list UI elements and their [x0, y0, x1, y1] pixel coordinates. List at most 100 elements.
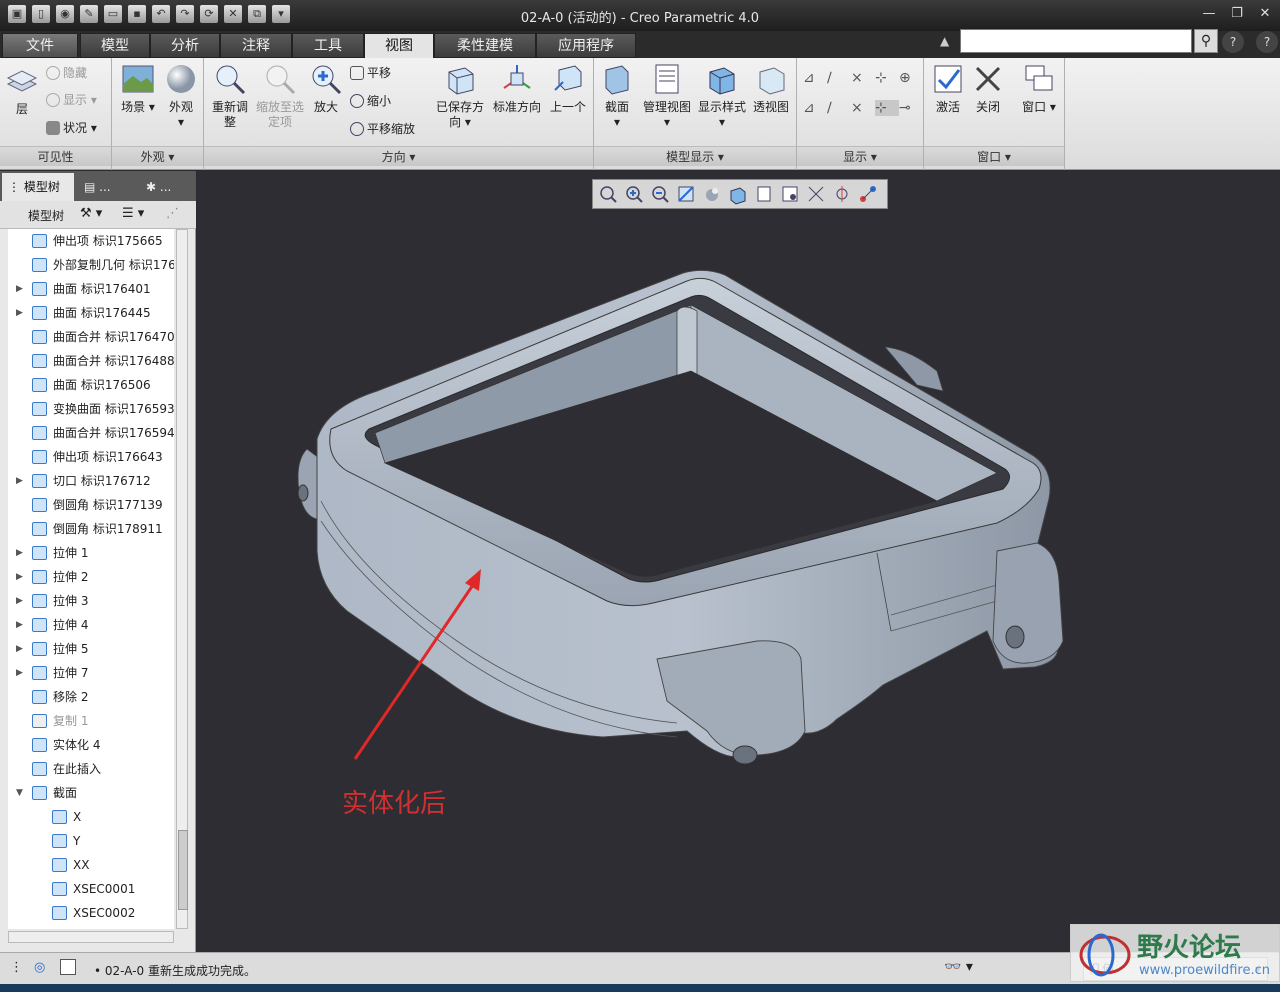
tree-node[interactable]: ▶ 曲面 标识176401: [8, 277, 174, 301]
manage-views-button[interactable]: 管理视图 ▾: [638, 62, 696, 130]
tab-flexible-modeling[interactable]: 柔性建模: [434, 33, 536, 58]
layer-button[interactable]: 层: [4, 64, 40, 117]
tree-node[interactable]: ▶ 曲面 标识176445: [8, 301, 174, 325]
tree-node[interactable]: 曲面合并 标识176594: [8, 421, 174, 445]
expand-arrow-icon[interactable]: ▶: [16, 613, 26, 637]
tree-node[interactable]: X: [8, 805, 174, 829]
expand-arrow-icon[interactable]: ▶: [16, 589, 26, 613]
expand-arrow-icon[interactable]: ▶: [16, 469, 26, 493]
tab-folder-browser[interactable]: ▤ ...: [78, 173, 136, 201]
tree-vertical-scrollbar[interactable]: [176, 229, 188, 929]
tree-node[interactable]: 复制 1: [8, 709, 174, 733]
help-center-icon[interactable]: ?: [1256, 31, 1278, 53]
pan-button[interactable]: 平移: [350, 64, 391, 82]
tab-file[interactable]: 文件: [2, 33, 78, 58]
tree-node[interactable]: Y: [8, 829, 174, 853]
tree-horizontal-scrollbar[interactable]: [8, 931, 174, 943]
tree-node[interactable]: ▶ 拉伸 4: [8, 613, 174, 637]
search-icon[interactable]: ⚲: [1194, 29, 1218, 53]
close-window-button[interactable]: 关闭: [968, 62, 1008, 115]
tree-node[interactable]: 伸出项 标识175665: [8, 229, 174, 253]
appearance-button[interactable]: 外观 ▾: [162, 62, 200, 130]
section-button[interactable]: 截面 ▾: [598, 62, 636, 130]
status-button[interactable]: 状况 ▾: [46, 119, 97, 137]
tree-node[interactable]: 外部复制几何 标识176: [8, 253, 174, 277]
expand-arrow-icon[interactable]: ▶: [16, 661, 26, 685]
tree-node[interactable]: 实体化 4: [8, 733, 174, 757]
csys-display-icon[interactable]: ⊹: [875, 70, 899, 86]
navigator-toggle-icon[interactable]: ⋮: [10, 960, 23, 975]
tree-node[interactable]: ▶ 拉伸 5: [8, 637, 174, 661]
tree-node[interactable]: 曲面合并 标识176488: [8, 349, 174, 373]
zoom-to-selected-button[interactable]: 缩放至选 定项: [254, 62, 306, 130]
zoom-in-button[interactable]: 放大: [306, 62, 346, 115]
plane-tag-icon[interactable]: ⊿: [803, 100, 827, 116]
tree-node[interactable]: 移除 2: [8, 685, 174, 709]
tree-node[interactable]: XX: [8, 853, 174, 877]
expand-arrow-icon[interactable]: ▶: [16, 565, 26, 589]
tab-model[interactable]: 模型: [80, 33, 150, 58]
watch-case-model[interactable]: [297, 269, 1064, 765]
tree-node[interactable]: 伸出项 标识176643: [8, 445, 174, 469]
zoom-out-button[interactable]: 缩小: [350, 92, 391, 110]
expand-arrow-icon[interactable]: ▶: [16, 301, 26, 325]
expand-arrow-icon[interactable]: ▶: [16, 277, 26, 301]
display-style-button[interactable]: 显示样式 ▾: [696, 62, 748, 130]
show-settings-icon[interactable]: ☰ ▾: [122, 206, 144, 221]
expand-arrow-icon[interactable]: ▶: [16, 541, 26, 565]
restore-icon[interactable]: ❐: [1226, 6, 1248, 21]
tree-node[interactable]: 曲面 标识176506: [8, 373, 174, 397]
point-display-icon[interactable]: ×: [851, 70, 875, 86]
fullscreen-icon[interactable]: [60, 959, 76, 975]
tab-tools[interactable]: 工具: [292, 33, 364, 58]
tree-node[interactable]: 曲面合并 标识176470: [8, 325, 174, 349]
tree-node[interactable]: XSEC0001: [8, 877, 174, 901]
hide-button[interactable]: 隐藏: [46, 64, 87, 82]
axis-tag-icon[interactable]: ∕: [827, 100, 851, 116]
help-icon[interactable]: ?: [1222, 31, 1244, 53]
close-icon[interactable]: ✕: [1254, 6, 1276, 21]
tree-node[interactable]: 变换曲面 标识176593: [8, 397, 174, 421]
saved-orientations-button[interactable]: 已保存方向 ▾: [432, 62, 488, 130]
plane-display-icon[interactable]: ⊿: [803, 70, 827, 86]
windows-button[interactable]: 窗口 ▾: [1016, 62, 1062, 115]
tree-settings-icon[interactable]: ⚒ ▾: [80, 206, 102, 221]
minimize-icon[interactable]: —: [1198, 6, 1220, 21]
tree-node[interactable]: ▶ 拉伸 2: [8, 565, 174, 589]
tree-node[interactable]: 倒圆角 标识177139: [8, 493, 174, 517]
csys-tag-icon[interactable]: ⊹: [875, 100, 899, 116]
tree-node[interactable]: ▶ 拉伸 7: [8, 661, 174, 685]
find-binoculars-icon[interactable]: 👓 ▾: [944, 959, 973, 975]
spin-center-icon[interactable]: ⊕: [899, 70, 923, 86]
refit-button[interactable]: 重新调整: [206, 62, 254, 130]
collapse-ribbon-icon[interactable]: ▲: [940, 34, 949, 48]
previous-orientation-button[interactable]: 上一个: [544, 62, 592, 115]
collapse-arrow-icon[interactable]: ▼: [16, 781, 26, 805]
tree-node[interactable]: XSEC0002: [8, 901, 174, 925]
perspective-button[interactable]: 透视图: [748, 62, 794, 115]
scene-button[interactable]: 场景 ▾: [116, 62, 160, 115]
tab-applications[interactable]: 应用程序: [536, 33, 636, 58]
annotation-display-icon[interactable]: ⊸: [899, 100, 923, 116]
tab-view[interactable]: 视图: [364, 33, 434, 58]
tree-node[interactable]: ▼ 截面: [8, 781, 174, 805]
tab-analysis[interactable]: 分析: [150, 33, 220, 58]
show-button[interactable]: 显示 ▾: [46, 91, 97, 109]
tab-favorites[interactable]: ✱ ...: [140, 173, 194, 201]
tab-model-tree[interactable]: ⋮ 模型树: [2, 173, 74, 201]
axis-display-icon[interactable]: ∕: [827, 70, 851, 86]
pan-zoom-button[interactable]: 平移缩放: [350, 120, 415, 138]
point-tag-icon[interactable]: ×: [851, 100, 875, 116]
tab-annotate[interactable]: 注释: [220, 33, 292, 58]
scroll-thumb[interactable]: [178, 830, 188, 910]
browser-toggle-icon[interactable]: ◎: [34, 960, 45, 975]
tree-node[interactable]: ▶ 拉伸 3: [8, 589, 174, 613]
tree-node[interactable]: 倒圆角 标识178911: [8, 517, 174, 541]
filter-settings-icon[interactable]: ⋰: [166, 206, 179, 221]
activate-button[interactable]: 激活: [928, 62, 968, 115]
graphics-window[interactable]: 实体化后: [197, 171, 1280, 952]
standard-orientation-button[interactable]: 标准方向: [490, 62, 544, 115]
tree-node[interactable]: ▶ 切口 标识176712: [8, 469, 174, 493]
search-input[interactable]: [960, 29, 1192, 53]
tree-node[interactable]: ▶ 拉伸 1: [8, 541, 174, 565]
